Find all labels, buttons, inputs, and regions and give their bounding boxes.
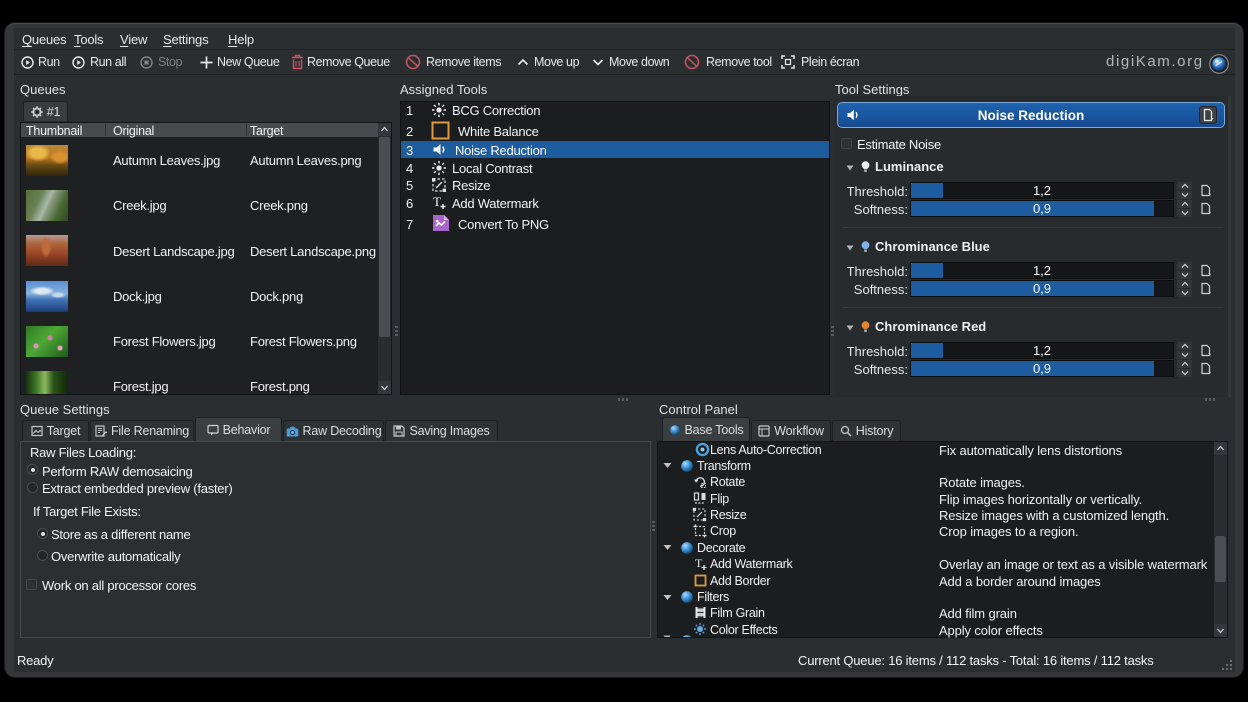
svg-text:T: T: [433, 195, 441, 209]
